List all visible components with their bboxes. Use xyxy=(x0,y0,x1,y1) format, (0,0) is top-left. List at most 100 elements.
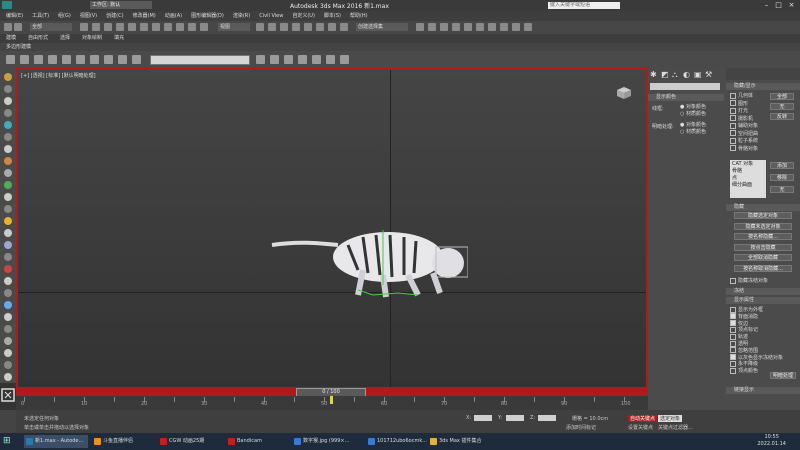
toolbar-tool-icon[interactable] xyxy=(316,23,324,31)
close-button[interactable]: × xyxy=(787,1,796,9)
hide-frozen-check[interactable] xyxy=(730,277,736,284)
display-tab-icon[interactable]: ▣ xyxy=(694,70,702,79)
left-tool-icon[interactable] xyxy=(4,85,12,93)
modeling-tool-icon[interactable] xyxy=(48,55,57,64)
viewport-label[interactable]: [+] [透视] [标准] [默认明暗处理] xyxy=(21,72,96,79)
ribbon-tab[interactable]: 自由形式 xyxy=(28,34,48,43)
modeling-tool-icon[interactable] xyxy=(270,55,279,64)
menu-item[interactable]: 脚本(S) xyxy=(324,11,341,21)
toolbar-tool-icon[interactable] xyxy=(116,23,124,31)
selection-filter-dropdown[interactable]: 全部 xyxy=(30,23,72,31)
ribbon-tab[interactable]: 对象绘制 xyxy=(82,34,102,43)
toolbar-tool-icon[interactable] xyxy=(512,23,520,31)
selection-set-dropdown[interactable]: 创建选择集 xyxy=(356,23,408,31)
modeling-tool-icon[interactable] xyxy=(104,55,113,64)
list-item[interactable]: 骨骼 xyxy=(732,167,766,174)
left-tool-icon[interactable] xyxy=(4,157,12,165)
hide-category-checkbox[interactable]: 灯光 xyxy=(730,107,748,114)
timeline-track[interactable]: 0 10 20 30 40 50 60 70 80 90 100 xyxy=(16,396,648,410)
category-list[interactable]: CAT 对象 骨骼点细分曲面 xyxy=(730,160,766,198)
toolbar-tool-icon[interactable] xyxy=(176,23,184,31)
menu-item[interactable]: 工具(T) xyxy=(32,11,49,21)
left-tool-icon[interactable] xyxy=(4,205,12,213)
left-tool-icon[interactable] xyxy=(4,337,12,345)
toolbar-tool-icon[interactable] xyxy=(256,23,264,31)
toolbar-tool-icon[interactable] xyxy=(104,23,112,31)
left-tool-icon[interactable] xyxy=(4,217,12,225)
toolbar-tool-icon[interactable] xyxy=(440,23,448,31)
left-tool-icon[interactable] xyxy=(4,349,12,357)
x-coordinate-field[interactable] xyxy=(474,415,492,421)
hide-action-button[interactable]: 隐藏选定对象 xyxy=(734,212,792,219)
menu-item[interactable]: 渲染(R) xyxy=(233,11,250,21)
hierarchy-tab-icon[interactable]: ⛬ xyxy=(672,70,678,80)
modeling-tool-icon[interactable] xyxy=(132,55,141,64)
left-tool-icon[interactable] xyxy=(4,313,12,321)
link-display-rollout[interactable]: 链接显示 xyxy=(726,387,800,394)
taskbar-app-button[interactable]: Bandicam xyxy=(226,435,288,448)
tiger-model[interactable] xyxy=(268,215,468,305)
left-tool-icon[interactable] xyxy=(4,73,12,81)
modeling-tool-icon[interactable] xyxy=(340,55,349,64)
toolbar-tool-icon[interactable] xyxy=(416,23,424,31)
modify-tab-icon[interactable]: ◩ xyxy=(661,70,669,79)
modeling-tool-icon[interactable] xyxy=(20,55,29,64)
property-check[interactable] xyxy=(730,347,736,354)
shaded-material-color-radio[interactable]: ○ 材质颜色 xyxy=(680,128,706,135)
left-tool-icon[interactable] xyxy=(4,229,12,237)
left-tool-icon[interactable] xyxy=(4,181,12,189)
hide-rollout[interactable]: 隐藏 xyxy=(726,204,800,211)
modeling-tool-icon[interactable] xyxy=(76,55,85,64)
toolbar-tool-icon[interactable] xyxy=(268,23,276,31)
property-check[interactable] xyxy=(730,320,736,327)
toolbar-tool-icon[interactable] xyxy=(524,23,532,31)
property-check[interactable] xyxy=(730,313,736,320)
left-tool-icon[interactable] xyxy=(4,289,12,297)
taskbar-app-button[interactable]: 斗鱼直播伴侣 xyxy=(92,435,154,448)
toolbar-tool-icon[interactable] xyxy=(80,23,88,31)
add-time-tag-button[interactable]: 添加时间标记 xyxy=(566,424,596,431)
hide-by-category-rollout[interactable]: 隐藏/显示 xyxy=(726,83,800,90)
display-property-checkbox[interactable]: 顶点颜色 xyxy=(730,367,758,374)
perspective-viewport[interactable]: [+] [透视] [标准] [默认明暗处理] xyxy=(16,68,648,390)
menu-item[interactable]: 组(G) xyxy=(58,11,71,21)
app-logo-icon[interactable] xyxy=(2,1,12,9)
left-tool-icon[interactable] xyxy=(4,325,12,333)
property-check[interactable] xyxy=(730,326,736,333)
current-frame-marker[interactable] xyxy=(330,396,333,404)
viewcube-icon[interactable] xyxy=(614,86,634,100)
left-tool-icon[interactable] xyxy=(4,373,12,381)
toolbar-tool-icon[interactable] xyxy=(128,23,136,31)
taskbar-app-button[interactable]: 101712ubo6ocmk... xyxy=(366,435,427,448)
category-check[interactable] xyxy=(730,92,736,99)
ribbon-tab[interactable]: 选择 xyxy=(60,34,70,43)
shaded-object-color-radio[interactable]: ● 对象颜色 xyxy=(680,121,706,128)
freeze-rollout[interactable]: 冻结 xyxy=(726,288,800,295)
toolbar-tool-icon[interactable] xyxy=(280,23,288,31)
left-tool-icon[interactable] xyxy=(4,193,12,201)
category-check[interactable] xyxy=(730,137,736,144)
toolbar-tool-icon[interactable] xyxy=(464,23,472,31)
hide-category-checkbox[interactable]: 粒子系统 xyxy=(730,137,758,144)
toolbar-tool-icon[interactable] xyxy=(188,23,196,31)
none-button[interactable]: 无 xyxy=(770,103,794,110)
z-coordinate-field[interactable] xyxy=(538,415,556,421)
modeling-tool-icon[interactable] xyxy=(34,55,43,64)
menu-item[interactable]: 创建(C) xyxy=(106,11,123,21)
toolbar-tool-icon[interactable] xyxy=(292,23,300,31)
left-tool-icon[interactable] xyxy=(4,97,12,105)
menu-item[interactable]: 编辑(E) xyxy=(6,11,23,21)
minimize-button[interactable]: – xyxy=(762,1,771,9)
utilities-tab-icon[interactable]: ⚒ xyxy=(705,70,712,79)
ribbon-tab[interactable]: 填充 xyxy=(114,34,124,43)
left-tool-icon[interactable] xyxy=(4,301,12,309)
left-tool-icon[interactable] xyxy=(4,265,12,273)
menu-item[interactable]: 帮助(H) xyxy=(350,11,368,21)
hide-action-button[interactable]: 按点击隐藏 xyxy=(734,243,792,251)
modeling-tool-icon[interactable] xyxy=(312,55,321,64)
ribbon-tab[interactable]: 建模 xyxy=(6,34,16,43)
modeling-tool-icon[interactable] xyxy=(90,55,99,64)
menu-item[interactable]: 自定义(U) xyxy=(292,11,315,21)
maximize-button[interactable]: □ xyxy=(774,1,783,9)
property-check[interactable] xyxy=(730,306,736,313)
